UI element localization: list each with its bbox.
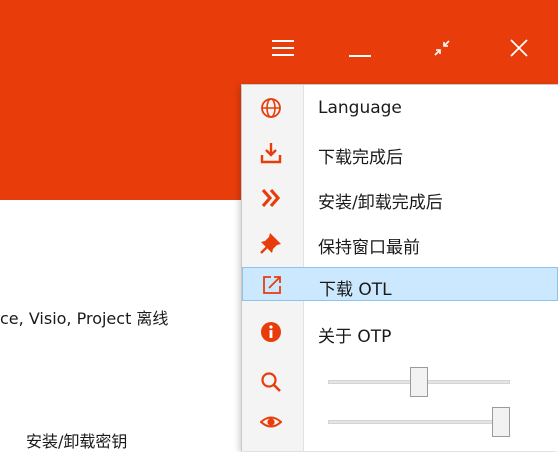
info-icon xyxy=(260,321,282,343)
menu-item-keep-on-top[interactable]: 保持窗口最前 xyxy=(242,226,558,260)
menu-item-language[interactable]: Language xyxy=(242,91,558,125)
hamburger-icon xyxy=(272,39,294,57)
menu-item-label: 保持窗口最前 xyxy=(318,238,420,258)
globe-icon xyxy=(260,97,282,119)
slider-thumb[interactable] xyxy=(410,367,428,397)
external-link-icon xyxy=(261,274,283,296)
close-button[interactable] xyxy=(499,28,539,68)
menu-item-download-otl[interactable]: 下载 OTL xyxy=(242,267,558,301)
collapse-arrows-icon xyxy=(432,38,452,58)
settings-menu: Language 下载完成后 安装/卸载完成后 保持窗口最前 下载 OTL 关于… xyxy=(241,84,558,451)
double-chevron-right-icon xyxy=(260,187,282,209)
menu-item-label: 下载 OTL xyxy=(319,280,392,300)
compact-button[interactable] xyxy=(422,28,462,68)
products-text: ce, Visio, Project 离线 xyxy=(0,309,169,328)
opacity-row xyxy=(242,405,558,439)
slider-track xyxy=(328,420,510,424)
key-text[interactable]: 安装/卸载密钥 xyxy=(26,428,127,452)
magnifier-icon xyxy=(260,371,282,393)
zoom-slider[interactable] xyxy=(328,367,510,397)
close-icon xyxy=(510,39,528,57)
menu-item-label: Language xyxy=(318,98,402,118)
menu-item-label: 安装/卸载完成后 xyxy=(318,193,443,213)
menu-item-about[interactable]: 关于 OTP xyxy=(242,315,558,349)
eye-icon xyxy=(260,411,282,433)
menu-item-label: 关于 OTP xyxy=(318,327,392,347)
minimize-button[interactable] xyxy=(340,28,380,68)
menu-item-after-download[interactable]: 下载完成后 xyxy=(242,136,558,170)
zoom-row xyxy=(242,365,558,399)
pin-icon xyxy=(260,232,282,254)
slider-thumb[interactable] xyxy=(492,407,510,437)
menu-button[interactable] xyxy=(263,28,303,68)
menu-item-after-install[interactable]: 安装/卸载完成后 xyxy=(242,181,558,215)
opacity-slider[interactable] xyxy=(328,407,510,437)
download-icon xyxy=(260,142,282,164)
minimize-icon xyxy=(349,37,371,59)
menu-item-label: 下载完成后 xyxy=(318,148,403,168)
